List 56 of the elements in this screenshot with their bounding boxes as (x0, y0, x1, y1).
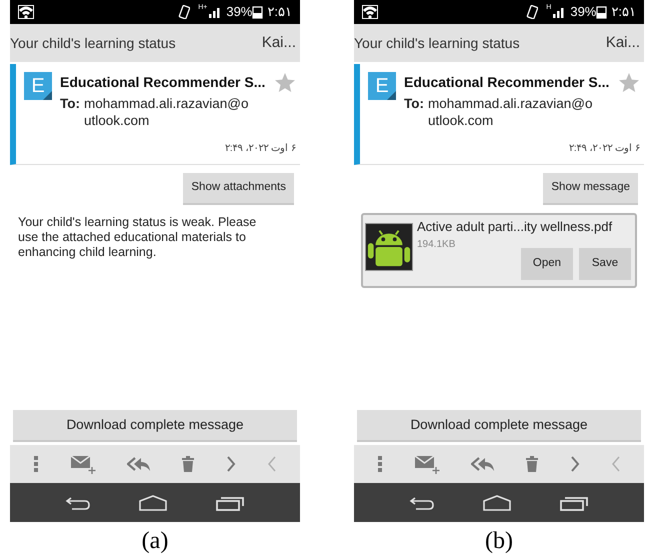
battery-icon (596, 5, 608, 19)
recipient-address: mohammad.ali.razavian@outlook.com (84, 95, 250, 129)
figure-caption: (b) (485, 528, 513, 554)
subject-text: Your child's learning status (354, 34, 520, 53)
clock-time: ۲:۵۱ (267, 3, 292, 22)
recent-apps-icon[interactable] (558, 494, 589, 510)
attachment-action-button[interactable]: Save (579, 248, 631, 280)
back-icon[interactable] (65, 496, 92, 510)
recent-apps-icon[interactable] (214, 494, 245, 510)
chevron-right-icon[interactable] (570, 456, 580, 472)
message-date: ۶ اوت ۲۰۲۲، ۲:۴۹ (224, 142, 296, 156)
signal-icon (208, 5, 222, 19)
clock-time: ۲:۵۱ (611, 3, 636, 22)
sender-short: Kai... (262, 32, 296, 53)
download-button[interactable]: Download complete message (13, 410, 297, 442)
vibrate-icon (178, 5, 190, 19)
download-button[interactable]: Download complete message (357, 410, 641, 442)
toggle-view-button[interactable]: Show message (543, 173, 638, 205)
back-icon[interactable] (409, 496, 436, 510)
battery-icon (252, 5, 264, 19)
vibrate-icon (526, 5, 538, 19)
overflow-menu-icon[interactable] (33, 455, 40, 473)
sender-avatar: E (368, 72, 396, 100)
battery-percent: 39% (570, 3, 596, 22)
reply-all-icon[interactable] (470, 456, 495, 472)
sender-avatar: E (24, 72, 52, 100)
sender-short: Kai... (606, 32, 640, 53)
toggle-view-button[interactable]: Show attachments (183, 173, 294, 205)
attachment-size: 194.1KB (417, 238, 456, 252)
trash-icon[interactable] (181, 455, 196, 473)
trash-icon[interactable] (525, 455, 540, 473)
robot-icon (365, 223, 413, 271)
attachment-filename: Active adult parti...ity wellness.pdf (417, 218, 614, 236)
overflow-menu-icon[interactable] (377, 455, 384, 473)
battery-percent: 39% (226, 3, 252, 22)
reply-all-icon[interactable] (126, 456, 151, 472)
envelope-plus-icon[interactable] (414, 454, 440, 474)
message-date: ۶ اوت ۲۰۲۲، ۲:۴۹ (568, 142, 640, 156)
figure-caption: (a) (142, 528, 168, 554)
attachment-action-button[interactable]: Open (521, 248, 573, 280)
home-icon[interactable] (138, 494, 168, 510)
message-body: Your child's learning status is weak. Please use the attached educational materials to enhancing child learning. (17, 215, 258, 260)
to-label: To: (404, 95, 424, 113)
home-icon[interactable] (482, 494, 512, 510)
signal-icon (552, 5, 566, 19)
sender-name: Educational Recommender S... (60, 73, 266, 92)
wifi-icon (362, 5, 378, 19)
to-label: To: (60, 95, 80, 113)
sender-name: Educational Recommender S... (404, 73, 610, 92)
chevron-right-icon[interactable] (226, 456, 236, 472)
subject-text: Your child's learning status (10, 34, 176, 53)
wifi-icon (18, 5, 34, 19)
star-icon[interactable] (274, 72, 296, 93)
star-icon[interactable] (618, 72, 640, 93)
envelope-plus-icon[interactable] (70, 454, 96, 474)
recipient-address: mohammad.ali.razavian@outlook.com (428, 95, 594, 129)
